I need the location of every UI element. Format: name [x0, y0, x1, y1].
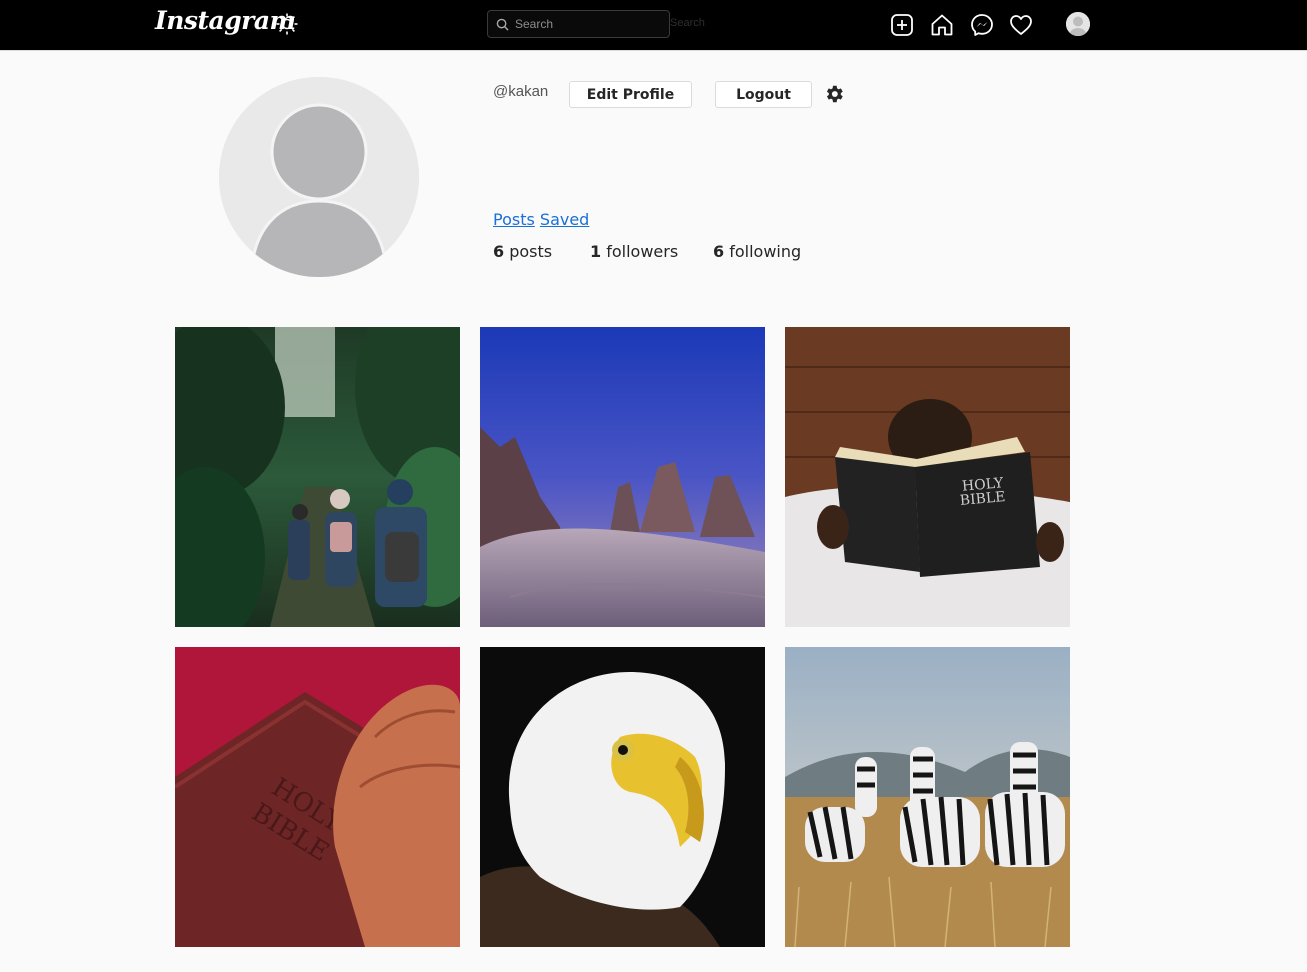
search-icon [496, 18, 509, 31]
post-thumbnail[interactable] [480, 647, 765, 947]
post-image-zebras [785, 647, 1070, 947]
post-thumbnail[interactable] [785, 647, 1070, 947]
search-box [487, 10, 670, 38]
post-thumbnail[interactable]: HOLY BIBLE [175, 647, 460, 947]
search-input[interactable] [515, 14, 665, 34]
following-label: following [729, 242, 802, 261]
post-thumbnail[interactable]: HOLY BIBLE [785, 327, 1070, 627]
followers-stat[interactable]: 1 followers [590, 242, 678, 261]
post-thumbnail[interactable] [480, 327, 765, 627]
followers-count: 1 [590, 242, 602, 261]
default-avatar-icon [1066, 12, 1090, 36]
profile-username: @kakan [493, 83, 549, 100]
post-image-eagle [480, 647, 765, 947]
home-icon[interactable] [930, 13, 954, 37]
post-image-child-reading: HOLY BIBLE [785, 327, 1070, 627]
post-image-hikers [175, 327, 460, 627]
posts-label: posts [509, 242, 553, 261]
following-stat[interactable]: 6 following [713, 242, 801, 261]
new-post-icon[interactable] [890, 13, 914, 37]
logout-button[interactable]: Logout [715, 81, 812, 108]
following-count: 6 [713, 242, 725, 261]
edit-profile-button[interactable]: Edit Profile [569, 81, 692, 108]
messenger-icon[interactable] [970, 13, 994, 37]
profile-picture[interactable] [219, 77, 419, 277]
heart-icon[interactable] [1009, 13, 1033, 37]
post-image-hands-bible: HOLY BIBLE [175, 647, 460, 947]
search-ghost-label: Search [670, 17, 705, 29]
sun-icon[interactable] [275, 12, 299, 36]
post-thumbnail[interactable] [175, 327, 460, 627]
tab-saved[interactable]: Saved [540, 210, 589, 229]
default-avatar-icon [219, 77, 419, 277]
tab-posts[interactable]: Posts [493, 210, 535, 229]
gear-icon[interactable] [823, 83, 845, 105]
top-navigation-bar: Instagram Search [0, 0, 1307, 51]
profile-avatar-nav[interactable] [1066, 12, 1090, 36]
posts-count: 6 [493, 242, 505, 261]
profile-tabs: Posts Saved [493, 210, 589, 229]
posts-stat: 6 posts [493, 242, 552, 261]
post-image-mountains [480, 327, 765, 627]
followers-label: followers [606, 242, 679, 261]
